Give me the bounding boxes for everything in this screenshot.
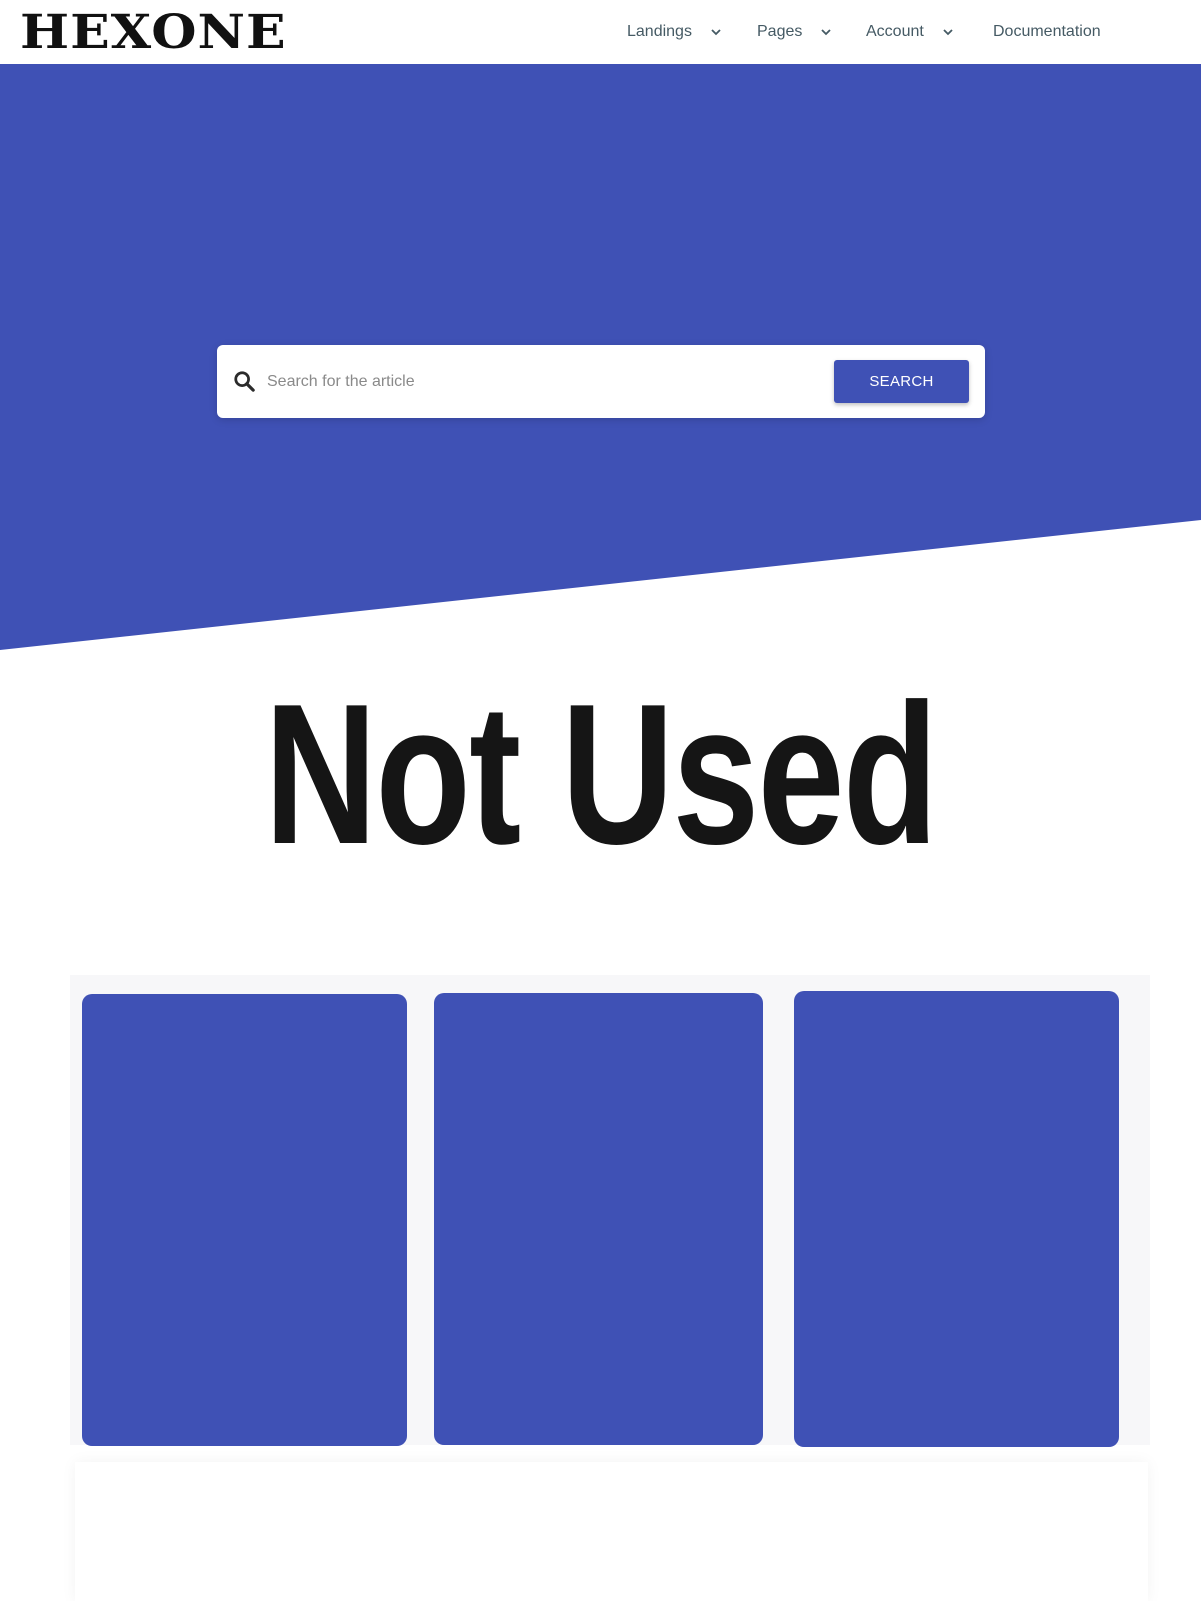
chevron-down-icon <box>943 29 953 36</box>
nav-item-label: Documentation <box>993 23 1101 40</box>
chevron-down-icon <box>711 29 721 36</box>
search-input[interactable] <box>267 363 767 401</box>
content-panel <box>75 1462 1148 1601</box>
search-bar: SEARCH <box>217 345 985 418</box>
nav-item-label: Pages <box>757 23 803 40</box>
site-header: HEXONE Landings Pages Account Documentat… <box>0 0 1201 65</box>
nav-item-documentation[interactable]: Documentation <box>993 20 1101 44</box>
search-button[interactable]: SEARCH <box>834 360 969 403</box>
page-title: Not Used <box>264 663 938 886</box>
main-nav: Landings Pages Account Documentation <box>0 0 1201 65</box>
hero-section: SEARCH <box>0 64 1201 650</box>
chevron-down-icon <box>821 29 832 36</box>
search-icon <box>234 371 255 392</box>
card[interactable] <box>434 993 763 1445</box>
nav-item-account[interactable]: Account <box>866 20 954 44</box>
card[interactable] <box>794 991 1119 1447</box>
nav-item-pages[interactable]: Pages <box>757 20 832 44</box>
nav-item-label: Account <box>866 23 924 40</box>
nav-item-label: Landings <box>627 23 692 40</box>
card[interactable] <box>82 994 407 1446</box>
nav-item-landings[interactable]: Landings <box>627 20 722 44</box>
